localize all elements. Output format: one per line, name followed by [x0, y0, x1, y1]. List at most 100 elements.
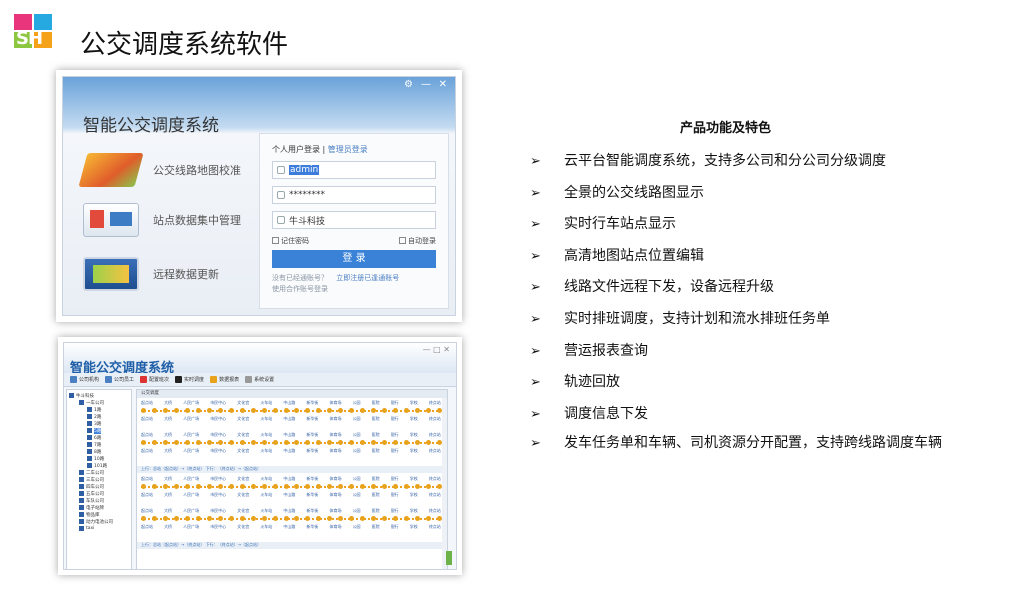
station-dot[interactable] — [206, 484, 212, 489]
tree-node[interactable]: 三车公司 — [69, 476, 129, 483]
station-dot[interactable] — [272, 440, 278, 445]
station-dot[interactable] — [294, 516, 300, 521]
tab-dispatch[interactable]: 公交调度 — [137, 390, 447, 398]
station-dot[interactable] — [305, 516, 311, 521]
station-dot[interactable] — [327, 440, 333, 445]
station-dot[interactable] — [184, 408, 190, 413]
station-dot[interactable] — [283, 484, 289, 489]
station-dot[interactable] — [393, 440, 399, 445]
station-dot[interactable] — [393, 516, 399, 521]
station-dot[interactable] — [283, 516, 289, 521]
station-dot[interactable] — [382, 440, 388, 445]
station-dot[interactable] — [184, 484, 190, 489]
station-dot[interactable] — [162, 440, 168, 445]
tree-node[interactable]: 7路 — [69, 441, 129, 448]
station-dot[interactable] — [217, 440, 223, 445]
station-dot[interactable] — [184, 440, 190, 445]
station-dot[interactable] — [382, 484, 388, 489]
station-dot[interactable] — [250, 408, 256, 413]
station-dot[interactable] — [316, 484, 322, 489]
tab-personal-login[interactable]: 个人用户登录 — [272, 145, 320, 154]
station-dot[interactable] — [415, 484, 421, 489]
toolbar-item[interactable]: 实时调度 — [175, 376, 204, 383]
station-dot[interactable] — [239, 440, 245, 445]
tree-node[interactable]: 牛斗科技 — [69, 392, 129, 399]
station-dot[interactable] — [173, 440, 179, 445]
station-dot[interactable] — [371, 484, 377, 489]
station-dot[interactable] — [327, 516, 333, 521]
register-link[interactable]: 立即注册已逢通账号 — [336, 274, 399, 282]
station-dot[interactable] — [338, 408, 344, 413]
station-dot[interactable] — [360, 440, 366, 445]
station-dot[interactable] — [228, 408, 234, 413]
toolbar-item[interactable]: 公司员工 — [105, 376, 134, 383]
station-dot[interactable] — [217, 408, 223, 413]
station-dot[interactable] — [404, 408, 410, 413]
station-dot[interactable] — [228, 516, 234, 521]
tree-node[interactable]: 五车公司 — [69, 490, 129, 497]
station-dot[interactable] — [184, 516, 190, 521]
station-dot[interactable] — [173, 516, 179, 521]
station-dot[interactable] — [272, 516, 278, 521]
station-dot[interactable] — [239, 516, 245, 521]
station-dot[interactable] — [415, 440, 421, 445]
auto-login-checkbox[interactable]: 自动登录 — [399, 236, 436, 246]
station-dot[interactable] — [228, 440, 234, 445]
tree-node[interactable]: 动力电池公司 — [69, 518, 129, 525]
login-button[interactable]: 登 录 — [272, 250, 436, 268]
station-dot[interactable] — [283, 408, 289, 413]
station-dot[interactable] — [228, 484, 234, 489]
station-dot[interactable] — [272, 408, 278, 413]
station-dot[interactable] — [195, 484, 201, 489]
station-dot[interactable] — [316, 440, 322, 445]
tab-admin-login[interactable]: 管理员登录 — [328, 145, 368, 154]
password-field[interactable]: ******** — [272, 186, 436, 204]
minimize-icon[interactable]: — — [421, 79, 431, 90]
station-dot[interactable] — [206, 516, 212, 521]
station-dot[interactable] — [250, 440, 256, 445]
toolbar-item[interactable]: 数据报表 — [210, 376, 239, 383]
station-dot[interactable] — [371, 516, 377, 521]
station-dot[interactable] — [239, 408, 245, 413]
station-dot[interactable] — [393, 408, 399, 413]
tree-node[interactable]: taxi — [69, 525, 129, 532]
station-dot[interactable] — [338, 516, 344, 521]
station-dot[interactable] — [404, 484, 410, 489]
station-dot[interactable] — [316, 408, 322, 413]
station-dot[interactable] — [426, 440, 432, 445]
station-dot[interactable] — [195, 516, 201, 521]
username-field[interactable]: admin — [272, 161, 436, 179]
window-controls[interactable]: — □ ✕ — [423, 345, 450, 354]
station-dot[interactable] — [404, 516, 410, 521]
company-field[interactable]: 牛斗科技 — [272, 211, 436, 229]
vertical-scrollbar[interactable] — [442, 398, 447, 569]
station-dot[interactable] — [217, 516, 223, 521]
station-dot[interactable] — [173, 484, 179, 489]
station-dot[interactable] — [371, 440, 377, 445]
station-dot[interactable] — [195, 440, 201, 445]
station-dot[interactable] — [360, 516, 366, 521]
tree-node[interactable]: 2路 — [69, 413, 129, 420]
tree-node[interactable]: 10路 — [69, 455, 129, 462]
station-dot[interactable] — [349, 484, 355, 489]
tree-node[interactable]: 电子站牌 — [69, 504, 129, 511]
tree-node[interactable]: 车队公司 — [69, 497, 129, 504]
toolbar-item[interactable]: 公司机构 — [70, 376, 99, 383]
station-dot[interactable] — [349, 440, 355, 445]
station-dot[interactable] — [415, 408, 421, 413]
tree-node[interactable]: 6路 — [69, 434, 129, 441]
station-dot[interactable] — [162, 516, 168, 521]
tree-node[interactable]: 3路 — [69, 420, 129, 427]
station-dot[interactable] — [305, 408, 311, 413]
station-dot[interactable] — [393, 484, 399, 489]
station-dot[interactable] — [349, 408, 355, 413]
station-dot[interactable] — [141, 408, 146, 413]
station-dot[interactable] — [151, 440, 157, 445]
station-dot[interactable] — [382, 408, 388, 413]
settings-icon[interactable]: ⚙ — [404, 79, 413, 90]
tree-node[interactable]: 101路 — [69, 462, 129, 469]
station-dot[interactable] — [141, 484, 146, 489]
station-dot[interactable] — [371, 408, 377, 413]
station-dot[interactable] — [217, 484, 223, 489]
station-dot[interactable] — [382, 516, 388, 521]
